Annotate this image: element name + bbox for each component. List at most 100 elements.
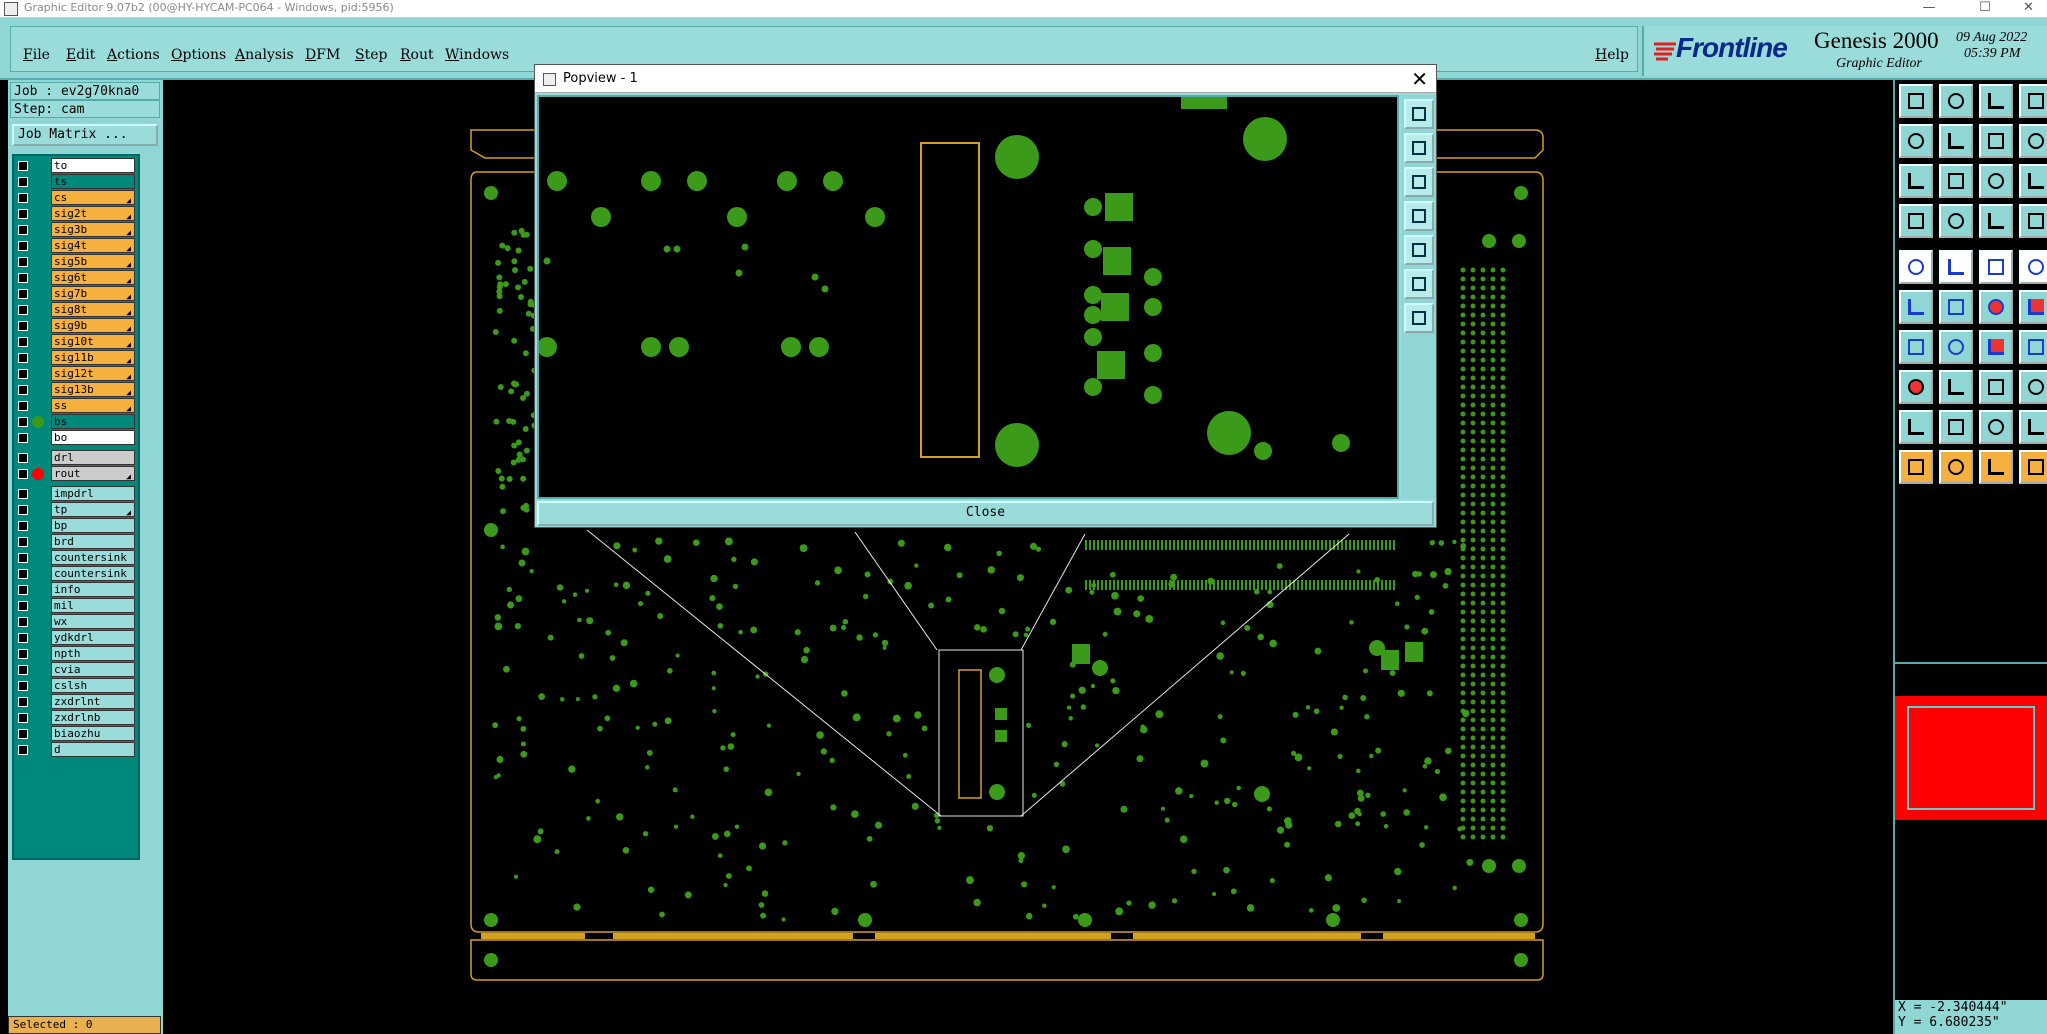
layer-name[interactable]: wx bbox=[51, 614, 135, 629]
fit-tool-button[interactable] bbox=[1939, 164, 1973, 198]
layer-row[interactable]: sig2t ◢ bbox=[14, 206, 138, 222]
layer-checkbox[interactable] bbox=[18, 177, 28, 187]
layer-checkbox[interactable] bbox=[18, 713, 28, 723]
layer-name[interactable]: bp bbox=[51, 518, 135, 533]
layer-name[interactable]: npth bbox=[51, 646, 135, 661]
step-tool-button[interactable] bbox=[2019, 450, 2047, 484]
layer-name[interactable]: ss ◢ bbox=[51, 398, 135, 413]
layer-checkbox[interactable] bbox=[18, 453, 28, 463]
layer-checkbox[interactable] bbox=[18, 321, 28, 331]
layer-checkbox[interactable] bbox=[18, 193, 28, 203]
layer-row[interactable]: cslsh bbox=[14, 678, 138, 694]
zoom-tool-button[interactable] bbox=[1899, 164, 1933, 198]
layer-checkbox[interactable] bbox=[18, 289, 28, 299]
layer-name[interactable]: sig13b ◢ bbox=[51, 382, 135, 397]
popview-zoom-area-button[interactable] bbox=[1404, 201, 1434, 231]
layer-name[interactable]: sig10t ◢ bbox=[51, 334, 135, 349]
layer-name[interactable]: sig9b ◢ bbox=[51, 318, 135, 333]
menu-dfm[interactable]: DFM bbox=[305, 47, 340, 63]
layer-checkbox[interactable] bbox=[18, 505, 28, 515]
layer-row[interactable]: npth bbox=[14, 646, 138, 662]
cursor-rotate-tool-button[interactable] bbox=[1979, 450, 2013, 484]
layer-name[interactable]: impdrl bbox=[51, 486, 135, 501]
overview-map[interactable] bbox=[1895, 662, 2047, 820]
layer-row[interactable]: sig10t ◢ bbox=[14, 334, 138, 350]
layer-checkbox[interactable] bbox=[18, 569, 28, 579]
menu-help[interactable]: Help bbox=[1595, 47, 1629, 63]
layer-name[interactable]: cs ◢ bbox=[51, 190, 135, 205]
undo-tool-button[interactable] bbox=[1899, 124, 1933, 158]
swap-tool-button[interactable] bbox=[1979, 124, 2013, 158]
menu-actions[interactable]: Actions bbox=[107, 47, 160, 63]
layer-row[interactable]: brd bbox=[14, 534, 138, 550]
layer-row[interactable]: zxdrlnb bbox=[14, 710, 138, 726]
layer-checkbox[interactable] bbox=[18, 601, 28, 611]
group-tool-button[interactable] bbox=[2019, 370, 2047, 404]
layer-name[interactable]: zxdrlnb bbox=[51, 710, 135, 725]
open-tool-button[interactable] bbox=[1899, 84, 1933, 118]
array-tool-button[interactable] bbox=[2019, 330, 2047, 364]
menu-options[interactable]: Options bbox=[171, 47, 226, 63]
layer-row[interactable]: cs ◢ bbox=[14, 190, 138, 206]
help-tool-button[interactable] bbox=[2019, 124, 2047, 158]
layout-tool-button[interactable] bbox=[2019, 84, 2047, 118]
layer-checkbox[interactable] bbox=[18, 417, 28, 427]
layer-row[interactable]: d bbox=[14, 742, 138, 758]
menu-analysis[interactable]: Analysis bbox=[235, 47, 294, 63]
layer-row[interactable]: sig3b ◢ bbox=[14, 222, 138, 238]
select-tool-button[interactable] bbox=[1899, 250, 1933, 284]
layer-checkbox[interactable] bbox=[18, 489, 28, 499]
redo-tool-button[interactable] bbox=[1939, 124, 1973, 158]
shape-tool-button[interactable] bbox=[1979, 410, 2013, 444]
layer-name[interactable]: countersink bbox=[51, 550, 135, 565]
layer-row[interactable]: sig8t ◢ bbox=[14, 302, 138, 318]
layer-checkbox[interactable] bbox=[18, 305, 28, 315]
layer-checkbox[interactable] bbox=[18, 257, 28, 267]
layer-checkbox[interactable] bbox=[18, 401, 28, 411]
minus-tool-button[interactable] bbox=[1939, 370, 1973, 404]
layer-checkbox[interactable] bbox=[18, 385, 28, 395]
popview-close-button[interactable]: Close bbox=[537, 501, 1434, 526]
layer-name[interactable]: zxdrlnt bbox=[51, 694, 135, 709]
layer-row[interactable]: drl bbox=[14, 450, 138, 466]
line-tool-button[interactable] bbox=[1939, 204, 1973, 238]
home-tool-button[interactable] bbox=[1979, 84, 2013, 118]
layer-checkbox[interactable] bbox=[18, 633, 28, 643]
save-tool-button[interactable] bbox=[1939, 84, 1973, 118]
minimize-button[interactable]: — bbox=[1906, 0, 1952, 18]
layer-row[interactable]: mil bbox=[14, 598, 138, 614]
layer-row[interactable]: info bbox=[14, 582, 138, 598]
layer-checkbox[interactable] bbox=[18, 225, 28, 235]
grid-tool-button[interactable] bbox=[2019, 204, 2047, 238]
arc-tool-button[interactable] bbox=[1979, 330, 2013, 364]
layer-row[interactable]: sig5b ◢ bbox=[14, 254, 138, 270]
layer-row[interactable]: sig12t ◢ bbox=[14, 366, 138, 382]
layer-name[interactable]: info bbox=[51, 582, 135, 597]
scale-tool-button[interactable] bbox=[1979, 164, 2013, 198]
layer-name[interactable]: sig11b ◢ bbox=[51, 350, 135, 365]
pad-tool-button[interactable] bbox=[1899, 204, 1933, 238]
layer-name[interactable]: cvia bbox=[51, 662, 135, 677]
layer-row[interactable]: countersink bbox=[14, 566, 138, 582]
popview-pan-button[interactable] bbox=[1404, 235, 1434, 265]
layer-name[interactable]: sig12t ◢ bbox=[51, 366, 135, 381]
layer-row[interactable]: sig9b ◢ bbox=[14, 318, 138, 334]
job-matrix-button[interactable]: Job Matrix ... bbox=[12, 124, 158, 146]
layer-name[interactable]: sig5b ◢ bbox=[51, 254, 135, 269]
close-window-button[interactable]: ✕ bbox=[2010, 0, 2047, 18]
layer-checkbox[interactable] bbox=[18, 681, 28, 691]
layer-checkbox[interactable] bbox=[18, 273, 28, 283]
layer-row[interactable]: tp ◢ bbox=[14, 502, 138, 518]
layer-name[interactable]: brd bbox=[51, 534, 135, 549]
layer-name[interactable]: biaozhu bbox=[51, 726, 135, 741]
layer-row[interactable]: ss ◢ bbox=[14, 398, 138, 414]
layer-checkbox[interactable] bbox=[18, 353, 28, 363]
layer-checkbox[interactable] bbox=[18, 241, 28, 251]
draw-line-tool-button[interactable] bbox=[1899, 330, 1933, 364]
layer-row[interactable]: wx bbox=[14, 614, 138, 630]
layer-name[interactable]: to bbox=[51, 158, 135, 173]
layer-row[interactable]: ts bbox=[14, 174, 138, 190]
popview-zoom-in-button[interactable] bbox=[1404, 133, 1434, 163]
circle-tool-button[interactable] bbox=[2019, 250, 2047, 284]
menu-step[interactable]: Step bbox=[355, 47, 387, 63]
